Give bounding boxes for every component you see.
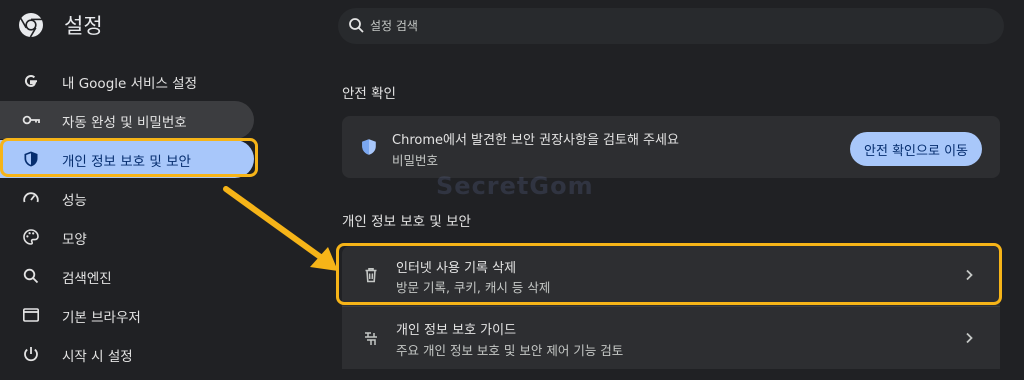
sidebar-item-autofill[interactable]: 자동 완성 및 비밀번호 bbox=[0, 101, 254, 139]
row-title: 개인 정보 보호 가이드 bbox=[396, 323, 517, 338]
section-title-privacy: 개인 정보 보호 및 보안 bbox=[342, 214, 471, 230]
palette-icon bbox=[23, 229, 39, 245]
sidebar-item-default-browser[interactable]: 기본 브라우저 bbox=[0, 296, 254, 334]
shield-icon bbox=[24, 151, 38, 167]
sidebar-item-label: 기본 브라우저 bbox=[62, 310, 141, 326]
search-icon bbox=[23, 268, 39, 284]
sidebar-item-label: 자동 완성 및 비밀번호 bbox=[62, 115, 187, 131]
watermark: SecretGom bbox=[436, 172, 594, 200]
sidebar-item-on-startup[interactable]: 시작 시 설정 bbox=[0, 335, 254, 373]
clear-browsing-data-row[interactable]: 인터넷 사용 기록 삭제 방문 기록, 쿠키, 캐시 등 삭제 bbox=[342, 246, 1000, 306]
sidebar-item-label: 모양 bbox=[62, 232, 87, 248]
sidebar-item-label: 성능 bbox=[62, 193, 87, 209]
trash-icon bbox=[365, 268, 377, 283]
page-title: 설정 bbox=[64, 14, 103, 38]
go-to-safety-check-button[interactable]: 안전 확인으로 이동 bbox=[850, 132, 982, 166]
chrome-logo-icon bbox=[19, 13, 43, 38]
speed-icon bbox=[23, 192, 39, 203]
shield-check-icon bbox=[362, 139, 376, 155]
section-title-safety-check: 안전 확인 bbox=[342, 86, 396, 102]
arrow-annotation-icon bbox=[223, 186, 338, 271]
safety-check-card: Chrome에서 발견한 보안 권장사항을 검토해 주세요 비밀번호 안전 확인… bbox=[342, 116, 1000, 178]
sidebar-item-label: 시작 시 설정 bbox=[62, 349, 133, 365]
browser-window-icon bbox=[22, 308, 39, 322]
sidebar-item-label: 개인 정보 보호 및 보안 bbox=[62, 154, 191, 170]
sidebar-item-label: 내 Google 서비스 설정 bbox=[62, 76, 197, 92]
privacy-guide-row[interactable]: 개인 정보 보호 가이드 주요 개인 정보 보호 및 보안 제어 기능 검토 bbox=[342, 307, 1000, 369]
safety-check-title: Chrome에서 발견한 보안 권장사항을 검토해 주세요 bbox=[392, 133, 679, 148]
key-icon bbox=[22, 115, 40, 125]
chevron-right-icon bbox=[966, 332, 973, 344]
row-subtitle: 주요 개인 정보 보호 및 보안 제어 기능 검토 bbox=[396, 343, 624, 358]
sidebar-item-google-services[interactable]: 내 Google 서비스 설정 bbox=[0, 62, 254, 100]
row-title: 인터넷 사용 기록 삭제 bbox=[396, 261, 517, 276]
privacy-guide-icon bbox=[365, 332, 377, 345]
power-icon bbox=[24, 347, 38, 362]
sidebar-item-privacy[interactable]: 개인 정보 보호 및 보안 bbox=[0, 140, 254, 178]
chevron-right-icon bbox=[966, 269, 973, 281]
row-subtitle: 방문 기록, 쿠키, 캐시 등 삭제 bbox=[396, 280, 551, 295]
google-icon bbox=[24, 75, 37, 88]
safety-check-subtitle: 비밀번호 bbox=[392, 153, 439, 168]
sidebar-item-label: 검색엔진 bbox=[62, 271, 112, 287]
